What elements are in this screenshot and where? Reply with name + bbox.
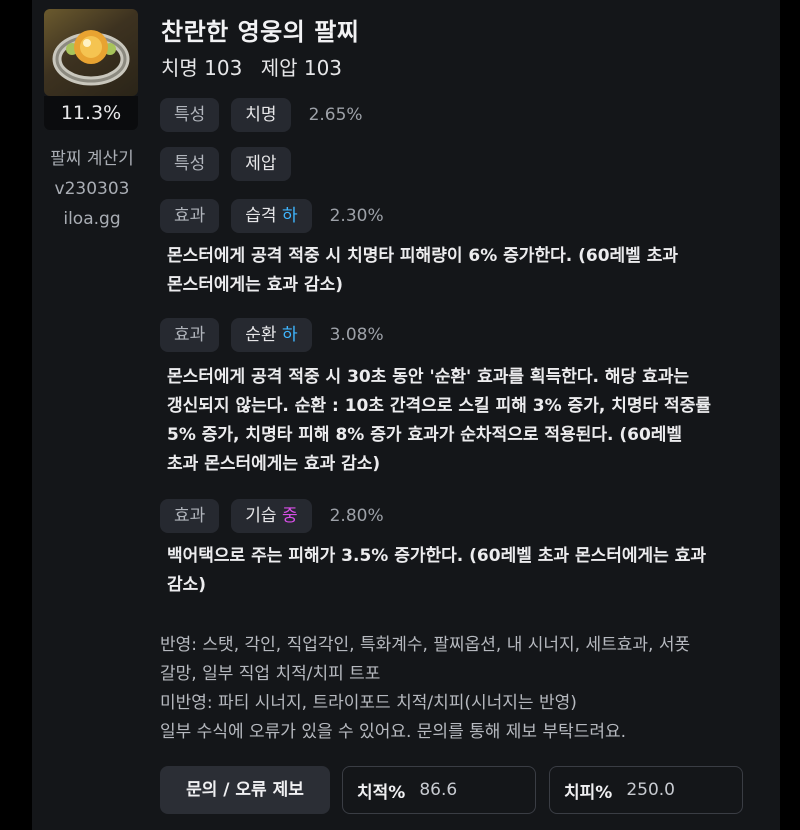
crit-rate-label: 치적%	[357, 782, 406, 803]
option-value: 2.30%	[329, 206, 384, 226]
option-description: 몬스터에게 공격 적중 시 치명타 피해량이 6% 증가한다. (60레벨 초과…	[167, 246, 679, 295]
option-type: 효과	[160, 499, 220, 533]
option-description: 몬스터에게 공격 적중 시 30초 동안 '순환' 효과를 획득한다. 해당 효…	[167, 367, 711, 474]
crit-damage-label: 치피%	[564, 782, 613, 803]
option-row: 특성 치명 2.65%	[160, 98, 363, 132]
stat-crit: 치명 103	[161, 56, 243, 80]
option-value: 3.08%	[329, 325, 384, 345]
stat-suppress: 제압 103	[260, 56, 343, 80]
option-description: 백어택으로 주는 피해가 3.5% 증가한다. (60레벨 초과 몬스터에게는 …	[167, 546, 707, 595]
option-row: 특성 제압	[160, 147, 303, 181]
option-value: 2.80%	[329, 506, 384, 526]
grade-low: 하	[281, 325, 298, 345]
option-name: 순환 하	[231, 318, 312, 352]
crit-rate-value[interactable]: 86.6	[419, 780, 457, 800]
option-value: 2.65%	[308, 105, 363, 125]
crit-rate-field[interactable]: 치적% 86.6	[342, 766, 536, 814]
option-type: 효과	[160, 318, 220, 352]
option-row: 효과 순환 하 3.08%	[160, 318, 384, 352]
option-name: 기습 중	[231, 499, 312, 533]
version-label: v230303	[54, 179, 130, 199]
crit-damage-value[interactable]: 250.0	[626, 780, 675, 800]
option-name: 습격 하	[231, 199, 312, 233]
item-name: 찬란한 영웅의 팔찌	[161, 18, 360, 46]
option-name: 제압	[231, 147, 291, 181]
option-type: 특성	[160, 147, 220, 181]
item-panel: 11.3% 팔찌 계산기 v230303 iloa.gg	[44, 9, 140, 234]
option-type: 효과	[160, 199, 220, 233]
grade-low: 하	[281, 206, 298, 226]
item-percent: 11.3%	[44, 96, 138, 130]
option-name: 치명	[231, 98, 291, 132]
crit-damage-field[interactable]: 치피% 250.0	[549, 766, 743, 814]
calculator-name: 팔찌 계산기	[50, 149, 134, 169]
option-row: 효과 기습 중 2.80%	[160, 499, 384, 533]
grade-mid: 중	[281, 506, 298, 526]
item-stats: 치명 103 제압 103	[161, 52, 354, 81]
site-link[interactable]: iloa.gg	[44, 204, 140, 234]
bracelet-icon	[44, 9, 138, 96]
report-error-button[interactable]: 문의 / 오류 제보	[160, 766, 330, 814]
option-row: 효과 습격 하 2.30%	[160, 199, 384, 233]
option-type: 특성	[160, 98, 220, 132]
calculation-notes: 반영: 스탯, 각인, 직업각인, 특화계수, 팔찌옵션, 내 시너지, 세트효…	[160, 635, 691, 742]
